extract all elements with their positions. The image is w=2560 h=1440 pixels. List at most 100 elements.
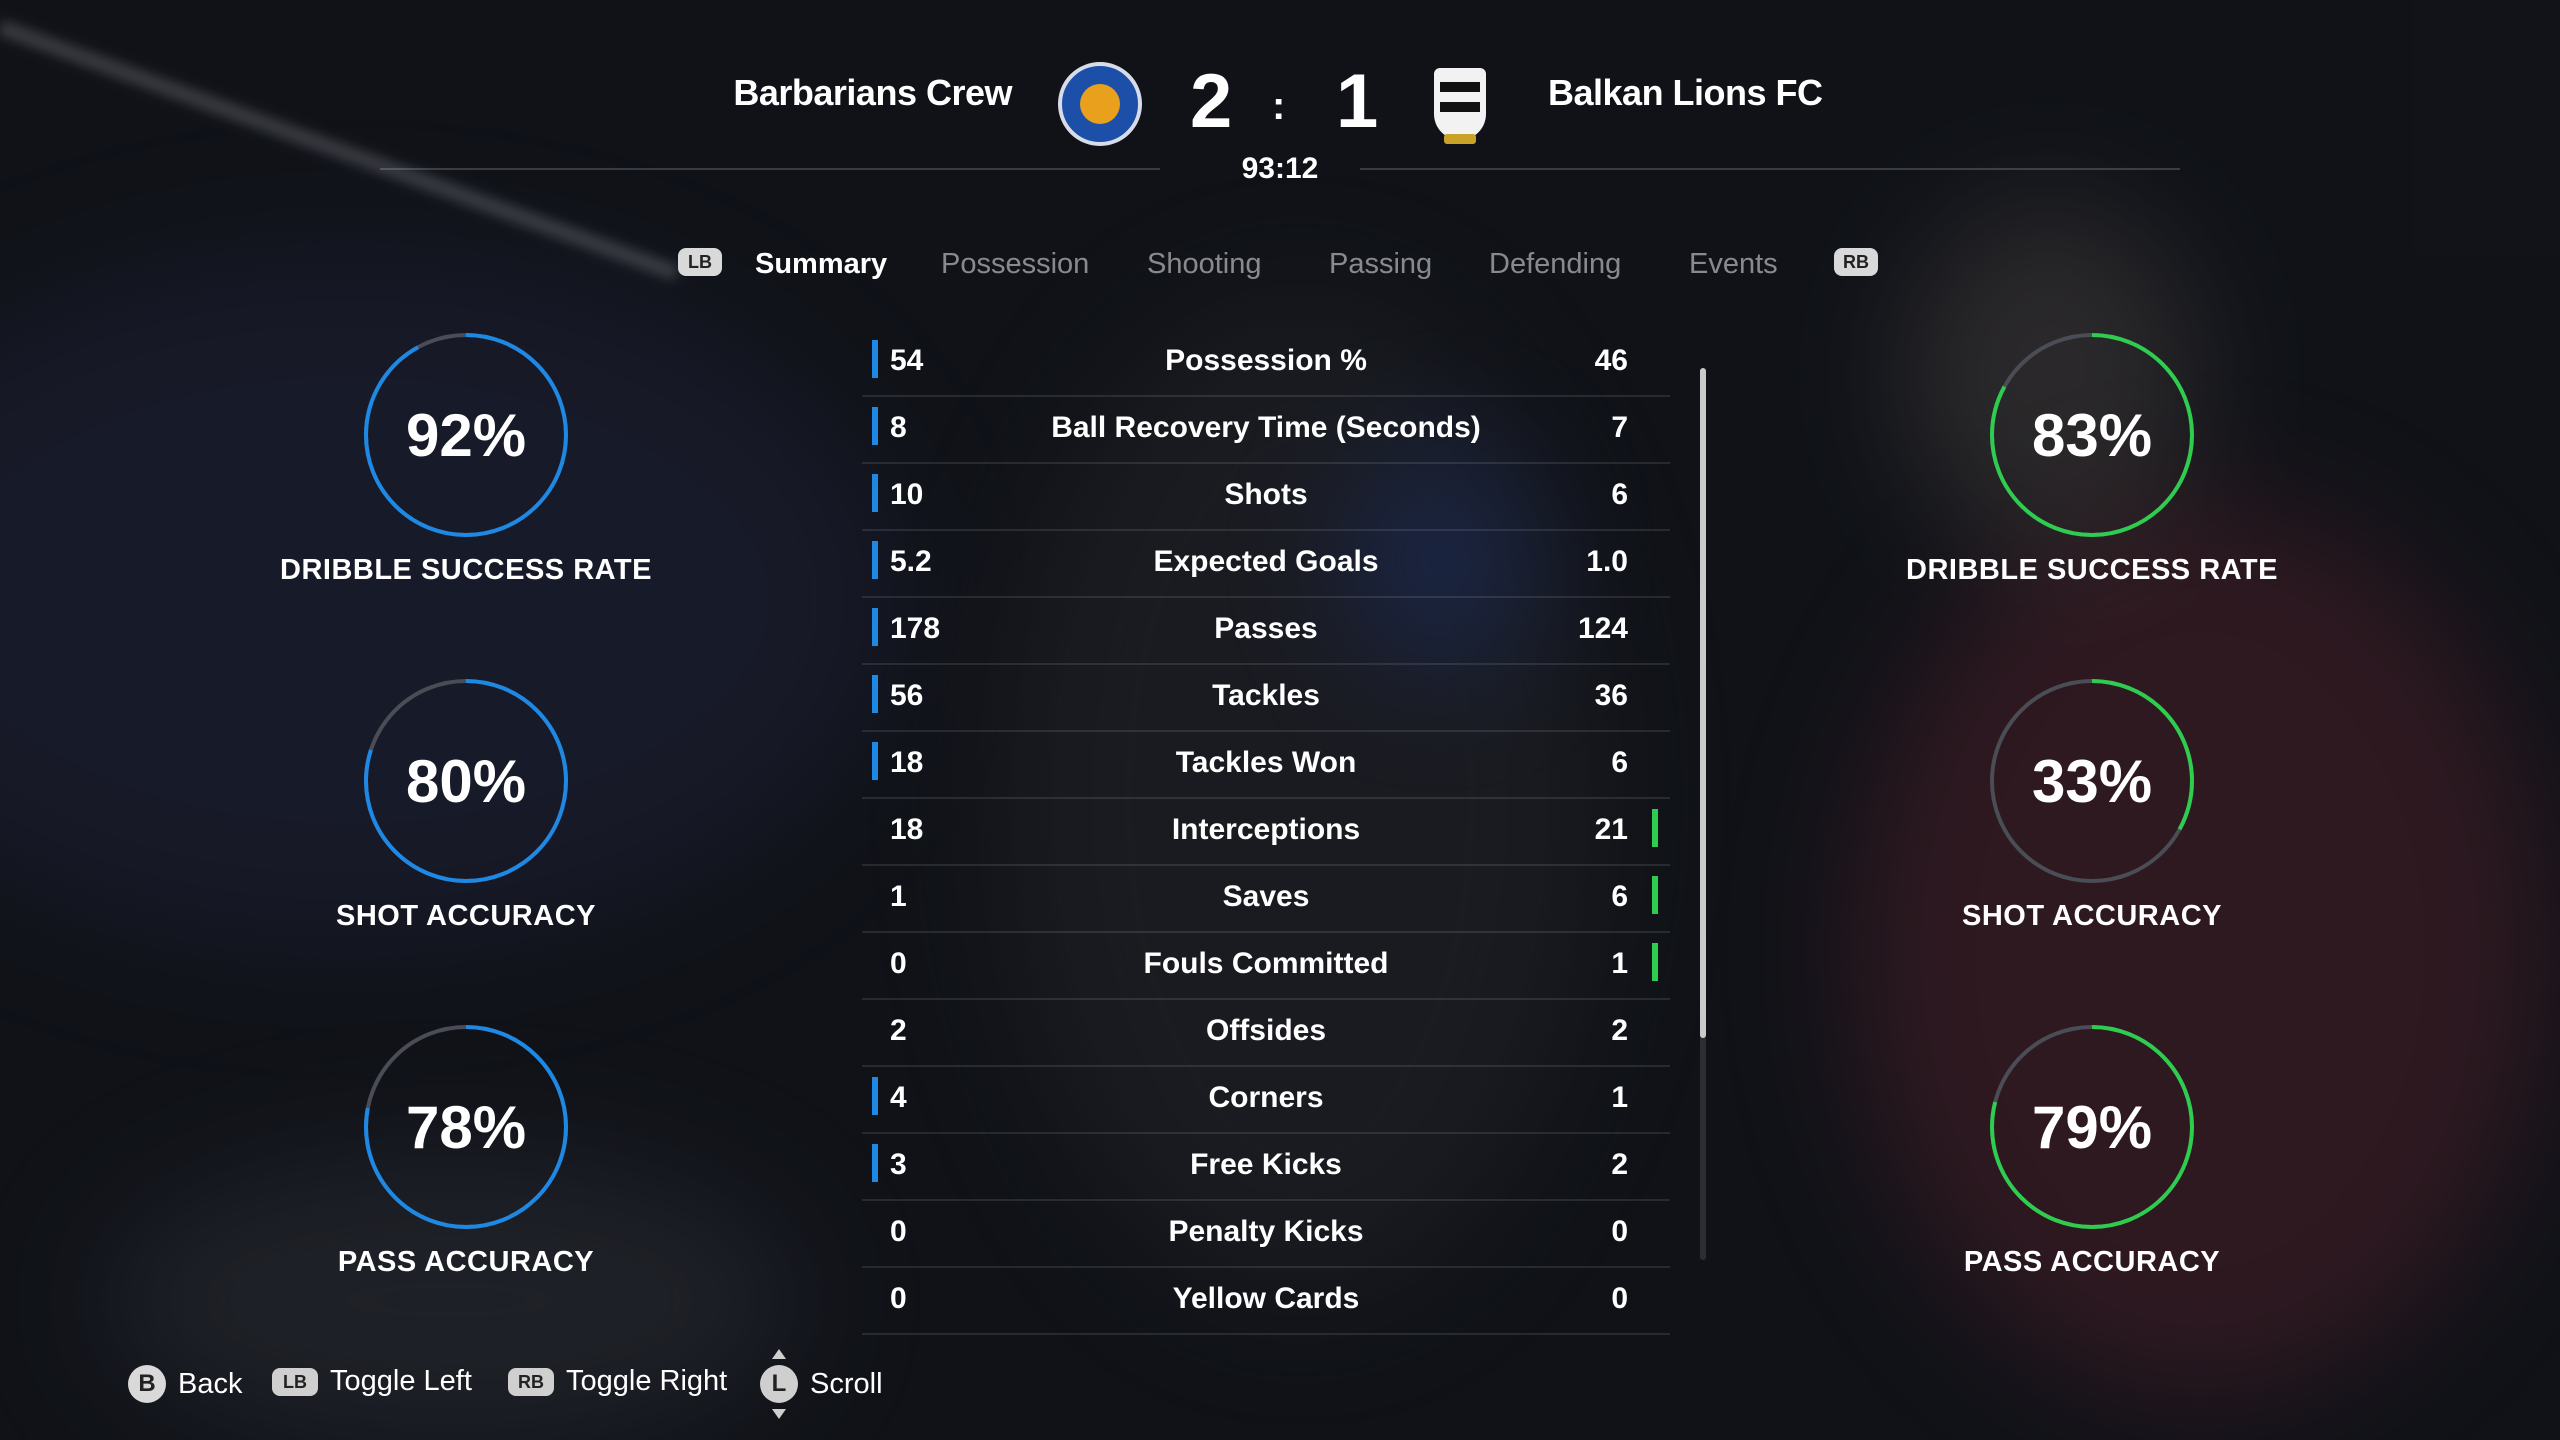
stat-row: 0 Fouls Committed 1 [862, 933, 1670, 1000]
tab-possession[interactable]: Possession [941, 248, 1089, 281]
rb-button-icon: RB [508, 1367, 554, 1396]
away-progress-ring: 79% [1990, 1025, 2194, 1229]
away-team-crest-icon [1420, 62, 1504, 146]
away-stat-value: 2 [1611, 1148, 1628, 1181]
stat-label: Free Kicks [1190, 1148, 1342, 1181]
home-score: 2 [1190, 59, 1233, 144]
stat-label: Possession % [1165, 344, 1367, 377]
toggle-right-prompt[interactable]: RB Toggle Right [508, 1365, 727, 1398]
ring-value: 83% [2032, 402, 2152, 469]
ring-label: SHOT ACCURACY [1962, 900, 2222, 932]
header-divider-right [1360, 168, 2180, 170]
toggle-left-label: Toggle Left [330, 1365, 472, 1397]
stat-label: Shots [1224, 478, 1308, 511]
stat-row: 3 Free Kicks 2 [862, 1134, 1670, 1201]
scroll-label: Scroll [810, 1367, 883, 1400]
stat-row: 4 Corners 1 [862, 1067, 1670, 1134]
ring-label: SHOT ACCURACY [336, 900, 596, 932]
away-stat-value: 46 [1594, 344, 1628, 377]
ring-value: 80% [406, 748, 526, 815]
away-stat-value: 124 [1577, 612, 1628, 645]
left-stick-icon: L [760, 1349, 798, 1419]
stat-row: 18 Tackles Won 6 [862, 732, 1670, 799]
lb-bumper-icon[interactable]: LB [678, 248, 722, 276]
tab-events[interactable]: Events [1689, 248, 1778, 281]
stat-row: 18 Interceptions 21 [862, 799, 1670, 866]
ring-value: 78% [406, 1094, 526, 1161]
home-ring-stat: 92% DRIBBLE SUCCESS RATE [266, 330, 666, 587]
stat-label: Offsides [1205, 1014, 1327, 1047]
ring-label: PASS ACCURACY [337, 1246, 595, 1278]
lb-button-icon: LB [272, 1367, 318, 1396]
away-ring-stat: 33% SHOT ACCURACY [1892, 676, 2292, 933]
stats-table: 54 Possession % 46 8 Ball Recovery Time (Sec… [862, 330, 1670, 1335]
away-stat-value: 2 [1611, 1014, 1628, 1047]
away-stat-value: 6 [1611, 478, 1628, 511]
away-stat-value: 6 [1611, 746, 1628, 779]
home-ring-stat: 78% PASS ACCURACY [266, 1022, 666, 1279]
stat-label: Ball Recovery Time (Seconds) [1051, 411, 1481, 444]
stat-row: 2 Offsides 2 [862, 1000, 1670, 1067]
away-stat-value: 36 [1594, 679, 1628, 712]
stat-label: Corners [1208, 1081, 1324, 1114]
tab-passing[interactable]: Passing [1329, 248, 1432, 281]
stat-label: Expected Goals [1153, 545, 1379, 578]
back-label: Back [178, 1367, 243, 1400]
back-prompt[interactable]: B Back [128, 1365, 242, 1403]
ring-label: DRIBBLE SUCCESS RATE [1906, 554, 2278, 586]
tab-shooting[interactable]: Shooting [1147, 248, 1262, 281]
home-progress-ring: 80% [364, 679, 568, 883]
stats-tabs: LB Summary Possession Shooting Passing D… [0, 242, 2560, 292]
score-separator: : [1272, 84, 1286, 128]
away-score: 1 [1336, 59, 1379, 144]
away-stat-value: 0 [1611, 1282, 1628, 1315]
stat-row: 0 Yellow Cards 0 [862, 1268, 1670, 1335]
away-ring-stat: 79% PASS ACCURACY [1892, 1022, 2292, 1279]
away-progress-ring: 83% [1990, 333, 2194, 537]
tab-summary[interactable]: Summary [755, 248, 887, 281]
away-stat-value: 1.0 [1586, 545, 1628, 578]
ring-label: DRIBBLE SUCCESS RATE [280, 554, 652, 586]
tab-defending[interactable]: Defending [1489, 248, 1621, 281]
stat-label: Yellow Cards [1172, 1282, 1360, 1315]
home-ring-stat: 80% SHOT ACCURACY [266, 676, 666, 933]
stats-scrollbar[interactable] [1700, 368, 1706, 1260]
away-stat-value: 6 [1611, 880, 1628, 913]
away-stat-value: 0 [1611, 1215, 1628, 1248]
home-progress-ring: 78% [364, 1025, 568, 1229]
stat-label: Passes [1214, 612, 1318, 645]
ring-value: 33% [2032, 748, 2152, 815]
away-stat-value: 1 [1611, 1081, 1628, 1114]
stat-label: Saves [1222, 880, 1310, 913]
away-ring-stat: 83% DRIBBLE SUCCESS RATE [1892, 330, 2292, 587]
stat-label: Tackles Won [1175, 746, 1357, 779]
stat-label: Fouls Committed [1143, 947, 1389, 980]
toggle-left-prompt[interactable]: LB Toggle Left [272, 1365, 472, 1398]
ring-value: 92% [406, 402, 526, 469]
scroll-prompt[interactable]: L Scroll [760, 1349, 883, 1419]
ring-value: 79% [2032, 1094, 2152, 1161]
stat-row: 56 Tackles 36 [862, 665, 1670, 732]
match-clock: 93:12 [1241, 152, 1319, 185]
stat-row: 54 Possession % 46 [862, 330, 1670, 397]
stat-row: 1 Saves 6 [862, 866, 1670, 933]
stat-row: 5.2 Expected Goals 1.0 [862, 531, 1670, 598]
away-stat-value: 21 [1594, 813, 1628, 846]
stat-row: 0 Penalty Kicks 0 [862, 1201, 1670, 1268]
ring-label: PASS ACCURACY [1963, 1246, 2221, 1278]
home-team-name: Barbarians Crew [733, 72, 1012, 113]
toggle-right-label: Toggle Right [566, 1365, 728, 1397]
rb-bumper-icon[interactable]: RB [1834, 248, 1878, 276]
stat-row: 10 Shots 6 [862, 464, 1670, 531]
scoreboard-header: Barbarians Crew 2 : 1 Balkan Lions FC 93… [0, 0, 2560, 230]
away-progress-ring: 33% [1990, 679, 2194, 883]
away-stat-value: 7 [1611, 411, 1628, 444]
stat-label: Penalty Kicks [1168, 1215, 1364, 1248]
home-team-crest-icon [1058, 62, 1142, 146]
scrollbar-thumb[interactable] [1700, 368, 1706, 1038]
button-prompts: B Back LB Toggle Left RB Toggle Right L … [0, 1349, 2560, 1419]
stat-label: Interceptions [1171, 813, 1361, 846]
home-progress-ring: 92% [364, 333, 568, 537]
header-divider-left [380, 168, 1160, 170]
stat-label: Tackles [1212, 679, 1320, 712]
